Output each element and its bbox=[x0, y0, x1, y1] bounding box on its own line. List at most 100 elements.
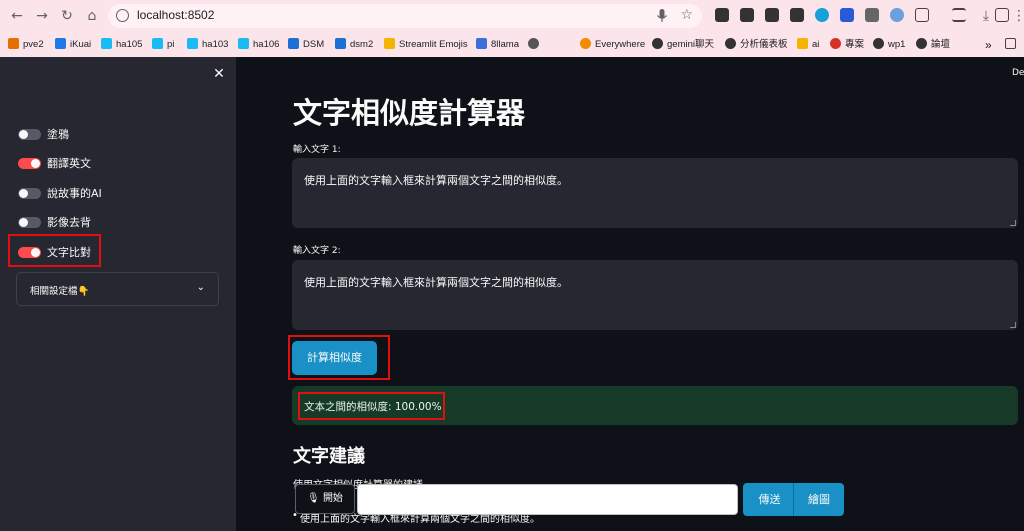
sidebar: ✕ 塗鴉 翻譯英文 說故事的AI 影像去背 文字比對 相關設定檔👇 ⌄ bbox=[0, 57, 236, 531]
bookmark-icon bbox=[830, 38, 841, 49]
bookmark-icon bbox=[916, 38, 927, 49]
bookmark-icon bbox=[55, 38, 66, 49]
chat-input[interactable] bbox=[357, 484, 738, 515]
toggle-switch[interactable] bbox=[18, 217, 41, 228]
toggle-label: 翻譯英文 bbox=[47, 157, 91, 170]
bookmark-icon bbox=[335, 38, 346, 49]
start-voice-button[interactable]: 🎙 開始 bbox=[295, 484, 355, 514]
bookmark[interactable]: wp1 bbox=[873, 37, 905, 53]
bookmark-icon bbox=[580, 38, 591, 49]
address-bar[interactable]: localhost:8502 ☆ bbox=[108, 4, 702, 28]
toggle-knob bbox=[19, 189, 28, 198]
back-icon[interactable]: ← bbox=[8, 7, 26, 25]
deploy-button[interactable]: De bbox=[1012, 68, 1024, 78]
bookmark[interactable]: ha103 bbox=[187, 37, 228, 53]
bookmark-icon bbox=[873, 38, 884, 49]
extension-icon[interactable] bbox=[815, 8, 829, 22]
extension-icon[interactable] bbox=[790, 8, 804, 22]
bookmark[interactable]: iKuai bbox=[55, 37, 91, 53]
bookmark-icon bbox=[101, 38, 112, 49]
bookmark[interactable]: 專案 bbox=[830, 37, 864, 53]
draw-button[interactable]: 繪圖 bbox=[793, 483, 844, 516]
menu-icon[interactable]: ⋮ bbox=[1010, 7, 1024, 25]
extension-icon[interactable] bbox=[890, 8, 904, 22]
bookmark[interactable]: Everywhere bbox=[580, 37, 645, 53]
toggle-label: 影像去背 bbox=[47, 216, 91, 229]
reload-icon[interactable]: ↻ bbox=[58, 7, 76, 25]
highlight-box bbox=[288, 335, 390, 380]
bookmark[interactable]: 8llama bbox=[476, 37, 519, 53]
home-icon[interactable]: ⌂ bbox=[83, 7, 101, 25]
toggle-label: 說故事的AI bbox=[47, 187, 102, 200]
send-button[interactable]: 傳送 bbox=[743, 483, 796, 516]
text-input-2[interactable]: 使用上面的文字輸入框來計算兩個文字之間的相似度。 bbox=[292, 260, 1018, 330]
address-url[interactable]: localhost:8502 bbox=[137, 8, 214, 22]
reading-list-icon[interactable] bbox=[952, 8, 966, 22]
browser-nav-row: ← → ↻ ⌂ localhost:8502 ☆ ⤓ ⋮ bbox=[0, 0, 1024, 33]
bookmark-star-icon[interactable]: ☆ bbox=[680, 7, 693, 23]
forward-icon[interactable]: → bbox=[33, 7, 51, 25]
bookmark[interactable] bbox=[528, 37, 543, 53]
download-icon[interactable]: ⤓ bbox=[977, 7, 995, 25]
microphone-icon[interactable] bbox=[656, 8, 668, 24]
input1-label: 輸入文字 1: bbox=[293, 145, 341, 155]
bookmarks-bar: pve2 iKuai ha105 pi ha103 ha106 DSM dsm2… bbox=[0, 33, 1024, 57]
bookmark-icon bbox=[238, 38, 249, 49]
bookmark-folder[interactable]: Streamlit Emojis bbox=[384, 37, 468, 53]
extension-icon[interactable] bbox=[765, 8, 779, 22]
bookmark[interactable]: ha105 bbox=[101, 37, 142, 53]
settings-expander[interactable]: 相關設定檔👇 ⌄ bbox=[16, 272, 219, 306]
extension-icon[interactable] bbox=[865, 8, 879, 22]
toggle-switch[interactable] bbox=[18, 188, 41, 199]
text-input-1-value: 使用上面的文字輸入框來計算兩個文字之間的相似度。 bbox=[304, 174, 568, 187]
toggle-knob bbox=[19, 218, 28, 227]
folder-icon bbox=[384, 38, 395, 49]
bookmark[interactable]: ha106 bbox=[238, 37, 279, 53]
extensions-puzzle-icon[interactable] bbox=[915, 8, 929, 22]
bookmark-icon bbox=[725, 38, 736, 49]
microphone-icon: 🎙 bbox=[307, 493, 320, 504]
close-sidebar-icon[interactable]: ✕ bbox=[211, 66, 227, 82]
bookmark-folder[interactable]: ai bbox=[797, 37, 819, 53]
resize-handle-icon[interactable] bbox=[1010, 220, 1016, 226]
bookmark[interactable]: gemini聊天 bbox=[652, 37, 714, 53]
bookmark-icon bbox=[152, 38, 163, 49]
suggestions-heading: 文字建議 bbox=[293, 446, 365, 467]
all-bookmarks-folder[interactable] bbox=[1005, 37, 1020, 53]
chevron-down-icon: ⌄ bbox=[196, 282, 205, 293]
browser-chrome: ← → ↻ ⌂ localhost:8502 ☆ ⤓ ⋮ pve2 iKuai bbox=[0, 0, 1024, 57]
start-label: 開始 bbox=[322, 493, 343, 504]
highlight-box bbox=[8, 234, 101, 267]
bookmark-icon bbox=[288, 38, 299, 49]
highlight-box bbox=[298, 392, 445, 420]
folder-icon bbox=[1005, 38, 1016, 49]
bookmark-icon bbox=[8, 38, 19, 49]
more-bookmarks-button[interactable]: » bbox=[985, 37, 992, 53]
expander-label: 相關設定檔👇 bbox=[30, 286, 90, 297]
toggle-label: 塗鴉 bbox=[47, 128, 69, 141]
folder-icon bbox=[797, 38, 808, 49]
resize-handle-icon[interactable] bbox=[1010, 322, 1016, 328]
bookmark-icon bbox=[528, 38, 539, 49]
extension-notion-icon[interactable] bbox=[715, 8, 729, 22]
bookmark[interactable]: pi bbox=[152, 37, 174, 53]
extension-icon[interactable] bbox=[740, 8, 754, 22]
bookmark[interactable]: 論壇 bbox=[916, 37, 950, 53]
bookmark[interactable]: dsm2 bbox=[335, 37, 373, 53]
toggle-switch[interactable] bbox=[18, 129, 41, 140]
bookmark-icon bbox=[476, 38, 487, 49]
side-panel-icon[interactable] bbox=[995, 8, 1009, 22]
bookmark[interactable]: pve2 bbox=[8, 37, 44, 53]
bookmark-icon bbox=[652, 38, 663, 49]
site-info-icon[interactable] bbox=[116, 9, 129, 22]
bookmark-icon bbox=[187, 38, 198, 49]
toggle-switch[interactable] bbox=[18, 158, 41, 169]
text-input-1[interactable]: 使用上面的文字輸入框來計算兩個文字之間的相似度。 bbox=[292, 158, 1018, 228]
toggle-knob bbox=[31, 159, 40, 168]
input2-label: 輸入文字 2: bbox=[293, 246, 341, 256]
extension-icon[interactable] bbox=[840, 8, 854, 22]
page-title: 文字相似度計算器 bbox=[293, 96, 526, 130]
bookmark[interactable]: 分析儀表板 bbox=[725, 37, 788, 53]
bookmark[interactable]: DSM bbox=[288, 37, 324, 53]
toggle-knob bbox=[19, 130, 28, 139]
